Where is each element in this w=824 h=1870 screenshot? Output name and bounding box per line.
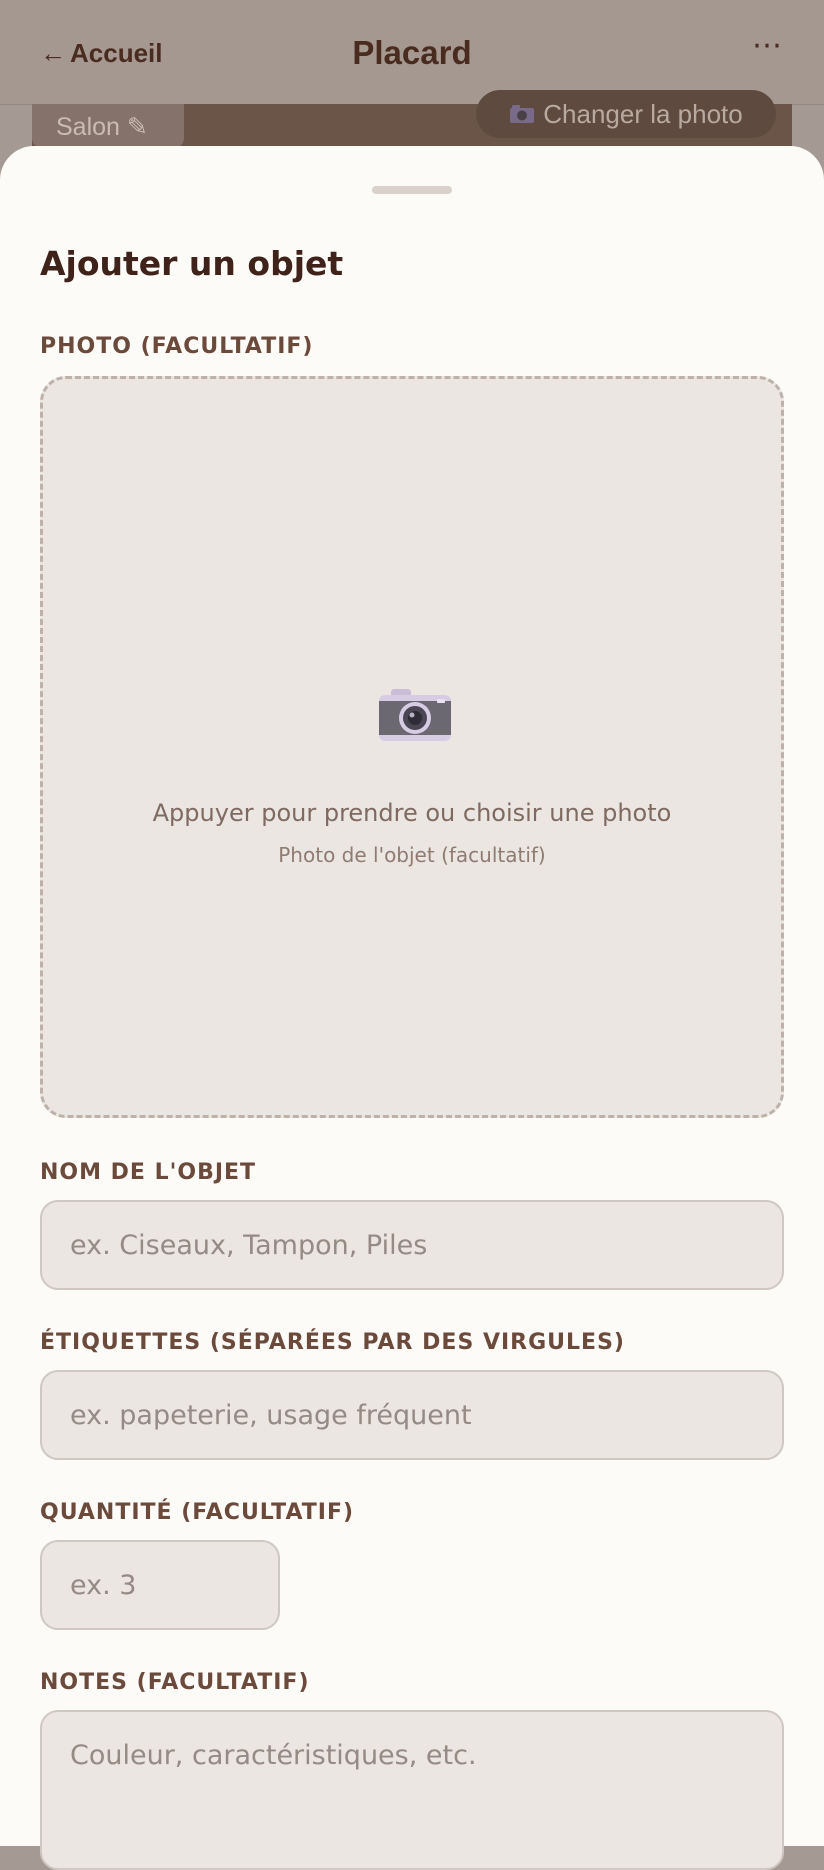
room-name-chip[interactable]: Salon ✎ <box>32 104 184 148</box>
photo-dropzone[interactable]: Appuyer pour prendre ou choisir une phot… <box>40 376 784 1118</box>
add-item-sheet: Ajouter un objet PHOTO (FACULTATIF) Appu… <box>0 146 824 1870</box>
quantity-label: QUANTITÉ (FACULTATIF) <box>40 1500 355 1525</box>
tags-field[interactable] <box>40 1370 784 1460</box>
change-photo-label: Changer la photo <box>543 98 743 129</box>
camera-icon <box>379 689 451 741</box>
sheet-drag-handle[interactable] <box>372 186 452 194</box>
change-photo-button[interactable]: Changer la photo <box>476 90 776 138</box>
photo-label: PHOTO (FACULTATIF) <box>40 334 314 359</box>
camera-icon <box>510 105 535 123</box>
photo-prompt: Appuyer pour prendre ou choisir une phot… <box>152 799 672 827</box>
item-name-label: NOM DE L'OBJET <box>40 1160 257 1185</box>
notes-label: NOTES (FACULTATIF) <box>40 1670 310 1695</box>
photo-hint: Photo de l'objet (facultatif) <box>278 843 546 867</box>
sheet-title: Ajouter un objet <box>40 244 344 283</box>
item-name-field[interactable] <box>40 1200 784 1290</box>
page-title: Placard <box>352 34 472 71</box>
quantity-field[interactable] <box>40 1540 280 1630</box>
tags-label: ÉTIQUETTES (SÉPARÉES PAR DES VIRGULES) <box>40 1330 625 1355</box>
more-icon[interactable]: ⋯ <box>752 28 784 63</box>
notes-field[interactable] <box>40 1710 784 1870</box>
